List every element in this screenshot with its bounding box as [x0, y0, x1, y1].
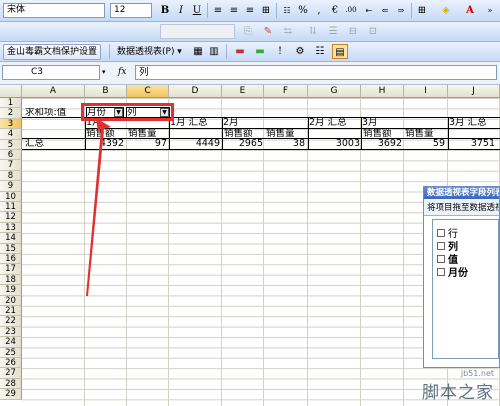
field-icon — [437, 267, 445, 276]
field-list-subtitle: 将项目拖至数据透视表 — [424, 199, 499, 216]
field-item-column[interactable]: 列 — [433, 239, 498, 253]
field-item-row[interactable]: 行 — [433, 226, 498, 240]
pivot-field-list-panel: 数据透视表字段列表 将项目拖至数据透视表 行 列 值 月份 — [423, 186, 500, 368]
field-item-month[interactable]: 月份 — [433, 265, 498, 279]
field-label: 月份 — [448, 268, 468, 279]
field-icon — [437, 228, 445, 237]
watermark-brand: 脚本之家 — [422, 383, 494, 403]
field-icon — [437, 254, 445, 263]
field-list-title[interactable]: 数据透视表字段列表 — [424, 187, 499, 199]
site-watermark: jb51.net 脚本之家 — [422, 369, 494, 403]
watermark-url: jb51.net — [460, 369, 494, 378]
field-list: 行 列 值 月份 — [432, 219, 499, 359]
red-arrow-icon — [86, 118, 111, 296]
field-icon — [437, 241, 445, 250]
